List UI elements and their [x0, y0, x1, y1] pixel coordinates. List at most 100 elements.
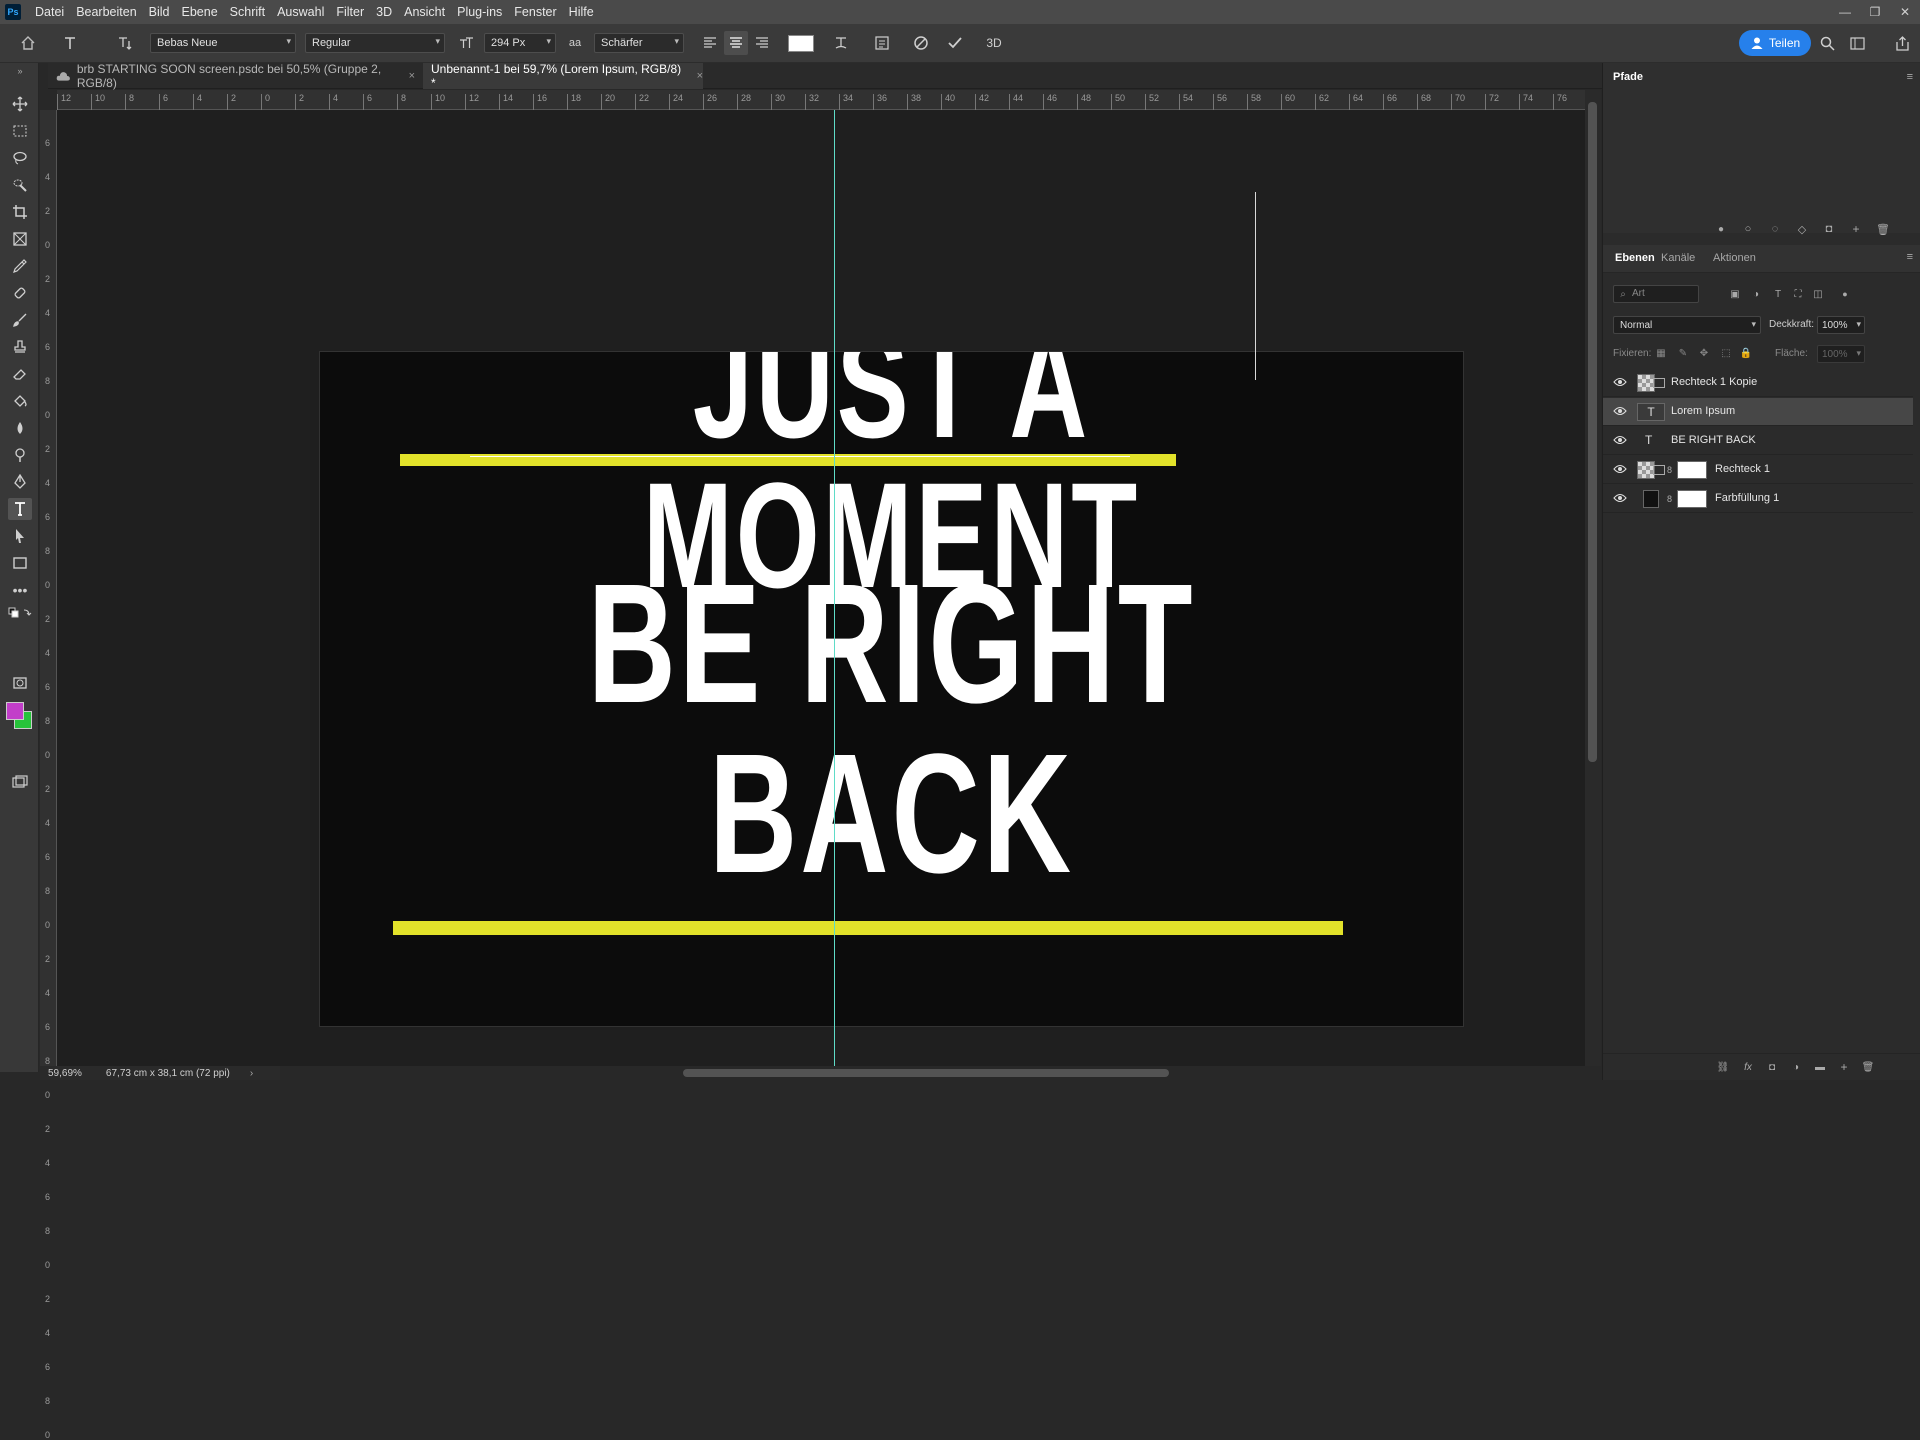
chevron-right-icon[interactable]: › — [250, 1068, 253, 1079]
menu-hilfe[interactable]: Hilfe — [563, 5, 600, 19]
menu-datei[interactable]: Datei — [29, 5, 70, 19]
new-path-icon[interactable]: + — [1849, 222, 1863, 236]
canvas-workarea[interactable]: JUST A MOMENT BE RIGHT BACK — [57, 110, 1585, 1066]
pen-tool-icon[interactable] — [8, 471, 32, 493]
font-style-select[interactable]: Regular ▾ — [305, 33, 445, 53]
lock-all-icon[interactable]: 🔒 — [1739, 346, 1753, 360]
text-color-swatch[interactable] — [788, 35, 814, 52]
menu-auswahl[interactable]: Auswahl — [271, 5, 330, 19]
new-group-icon[interactable]: ▬ — [1813, 1060, 1827, 1074]
eyedropper-tool-icon[interactable] — [8, 255, 32, 277]
add-mask-icon[interactable]: ◘ — [1765, 1060, 1779, 1074]
commit-edit-icon[interactable] — [943, 31, 967, 55]
close-icon[interactable]: ✕ — [1890, 0, 1920, 24]
visibility-eye-icon[interactable] — [1613, 493, 1627, 503]
menu-plugins[interactable]: Plug-ins — [451, 5, 508, 19]
close-tab-icon[interactable]: × — [409, 70, 415, 82]
menu-schrift[interactable]: Schrift — [224, 5, 271, 19]
blur-tool-icon[interactable] — [8, 417, 32, 439]
filter-adjustment-icon[interactable]: ◑ — [1749, 287, 1763, 301]
layer-style-icon[interactable]: fx — [1741, 1060, 1755, 1074]
link-icon[interactable]: 8 — [1667, 494, 1672, 504]
artboard[interactable]: JUST A MOMENT BE RIGHT BACK — [319, 351, 1464, 1027]
font-size-field[interactable]: 294 Px ▾ — [484, 33, 556, 53]
tab-kanaele[interactable]: Kanäle — [1661, 252, 1695, 264]
trash-icon[interactable]: 🗑 — [1861, 1060, 1875, 1074]
antialias-select[interactable]: Schärfer ▾ — [594, 33, 684, 53]
trash-icon[interactable]: 🗑 — [1876, 222, 1890, 236]
panel-menu-icon[interactable]: ≡ — [1907, 71, 1913, 83]
layer-rechteck-1[interactable]: 8 Rechteck 1 — [1603, 456, 1913, 484]
crop-tool-icon[interactable] — [8, 201, 32, 223]
align-right-icon[interactable] — [750, 31, 774, 55]
text-tool-preset-icon[interactable] — [58, 31, 82, 55]
layer-rechteck-1-kopie[interactable]: Rechteck 1 Kopie — [1603, 369, 1913, 397]
frame-tool-icon[interactable] — [8, 228, 32, 250]
restore-icon[interactable]: ❐ — [1860, 0, 1890, 24]
menu-bild[interactable]: Bild — [143, 5, 176, 19]
tab-brb-starting-soon[interactable]: brb STARTING SOON screen.psdc bei 50,5% … — [48, 62, 415, 90]
opacity-field[interactable]: 100% ▾ — [1817, 316, 1865, 334]
layer-farbfuellung-1[interactable]: 8 Farbfüllung 1 — [1603, 485, 1913, 513]
font-family-select[interactable]: Bebas Neue ▾ — [150, 33, 296, 53]
paths-panel-title[interactable]: Pfade — [1613, 71, 1643, 83]
align-left-icon[interactable] — [698, 31, 722, 55]
quick-mask-icon[interactable] — [8, 672, 32, 694]
rectangle-tool-icon[interactable] — [8, 552, 32, 574]
panel-menu-icon[interactable]: ≡ — [1907, 251, 1913, 263]
foreground-color-swatch[interactable] — [6, 702, 24, 720]
lock-pixels-icon[interactable]: ✎ — [1676, 346, 1690, 360]
type-tool-icon[interactable] — [8, 498, 32, 520]
horizontal-scrollbar[interactable] — [283, 1066, 1585, 1080]
adjustment-layer-icon[interactable]: ◑ — [1789, 1060, 1803, 1074]
load-selection-icon[interactable]: ◌ — [1768, 222, 1782, 236]
filter-shape-icon[interactable]: ⛶ — [1791, 287, 1805, 301]
layer-lorem-ipsum[interactable]: T Lorem Ipsum — [1603, 398, 1913, 426]
paint-bucket-tool-icon[interactable] — [8, 390, 32, 412]
tab-ebenen[interactable]: Ebenen — [1615, 252, 1655, 264]
swap-colors-icon[interactable] — [8, 606, 32, 622]
filter-type-icon[interactable]: T — [1771, 287, 1785, 301]
make-path-icon[interactable]: ◇ — [1795, 222, 1809, 236]
menu-filter[interactable]: Filter — [330, 5, 370, 19]
workspace-icon[interactable] — [1845, 31, 1869, 55]
fill-field[interactable]: 100% ▾ — [1817, 345, 1865, 363]
home-icon[interactable] — [16, 31, 40, 55]
vertical-guide[interactable] — [834, 110, 835, 1066]
screen-mode-icon[interactable] — [8, 771, 32, 793]
menu-3d[interactable]: 3D — [370, 5, 398, 19]
path-selection-tool-icon[interactable] — [8, 525, 32, 547]
healing-brush-tool-icon[interactable] — [8, 282, 32, 304]
menu-ebene[interactable]: Ebene — [176, 5, 224, 19]
blend-mode-select[interactable]: Normal ▾ — [1613, 316, 1761, 334]
3d-button[interactable]: 3D — [982, 31, 1006, 55]
stroke-path-icon[interactable]: ○ — [1741, 222, 1755, 236]
move-tool-icon[interactable] — [8, 93, 32, 115]
tab-unbenannt-1[interactable]: Unbenannt-1 bei 59,7% (Lorem Ipsum, RGB/… — [423, 62, 703, 90]
menu-fenster[interactable]: Fenster — [508, 5, 562, 19]
filter-toggle-icon[interactable]: ● — [1838, 287, 1852, 301]
tab-aktionen[interactable]: Aktionen — [1713, 252, 1756, 264]
lock-artboard-icon[interactable]: ⬚ — [1719, 346, 1733, 360]
filter-pixel-icon[interactable]: ▣ — [1728, 287, 1742, 301]
visibility-eye-icon[interactable] — [1613, 435, 1627, 445]
share-export-icon[interactable] — [1890, 31, 1914, 55]
new-layer-icon[interactable]: + — [1837, 1060, 1851, 1074]
visibility-eye-icon[interactable] — [1613, 464, 1627, 474]
more-tools-icon[interactable]: ••• — [8, 579, 32, 601]
collapse-toolbar-icon[interactable]: » — [8, 65, 32, 77]
filter-smart-object-icon[interactable]: ◫ — [1811, 287, 1825, 301]
main-text-layer[interactable]: BE RIGHT BACK — [480, 559, 1303, 899]
warp-text-icon[interactable] — [829, 31, 853, 55]
character-panel-icon[interactable] — [870, 31, 894, 55]
visibility-eye-icon[interactable] — [1613, 377, 1627, 387]
add-mask-icon[interactable]: ◘ — [1822, 222, 1836, 236]
menu-ansicht[interactable]: Ansicht — [398, 5, 451, 19]
eraser-tool-icon[interactable] — [8, 363, 32, 385]
brush-tool-icon[interactable] — [8, 309, 32, 331]
toggle-text-orientation-icon[interactable] — [112, 31, 136, 55]
vertical-scrollbar[interactable] — [1585, 90, 1601, 1066]
align-center-icon[interactable] — [724, 31, 748, 55]
close-tab-icon[interactable]: × — [697, 70, 703, 82]
link-icon[interactable]: 8 — [1667, 465, 1672, 475]
